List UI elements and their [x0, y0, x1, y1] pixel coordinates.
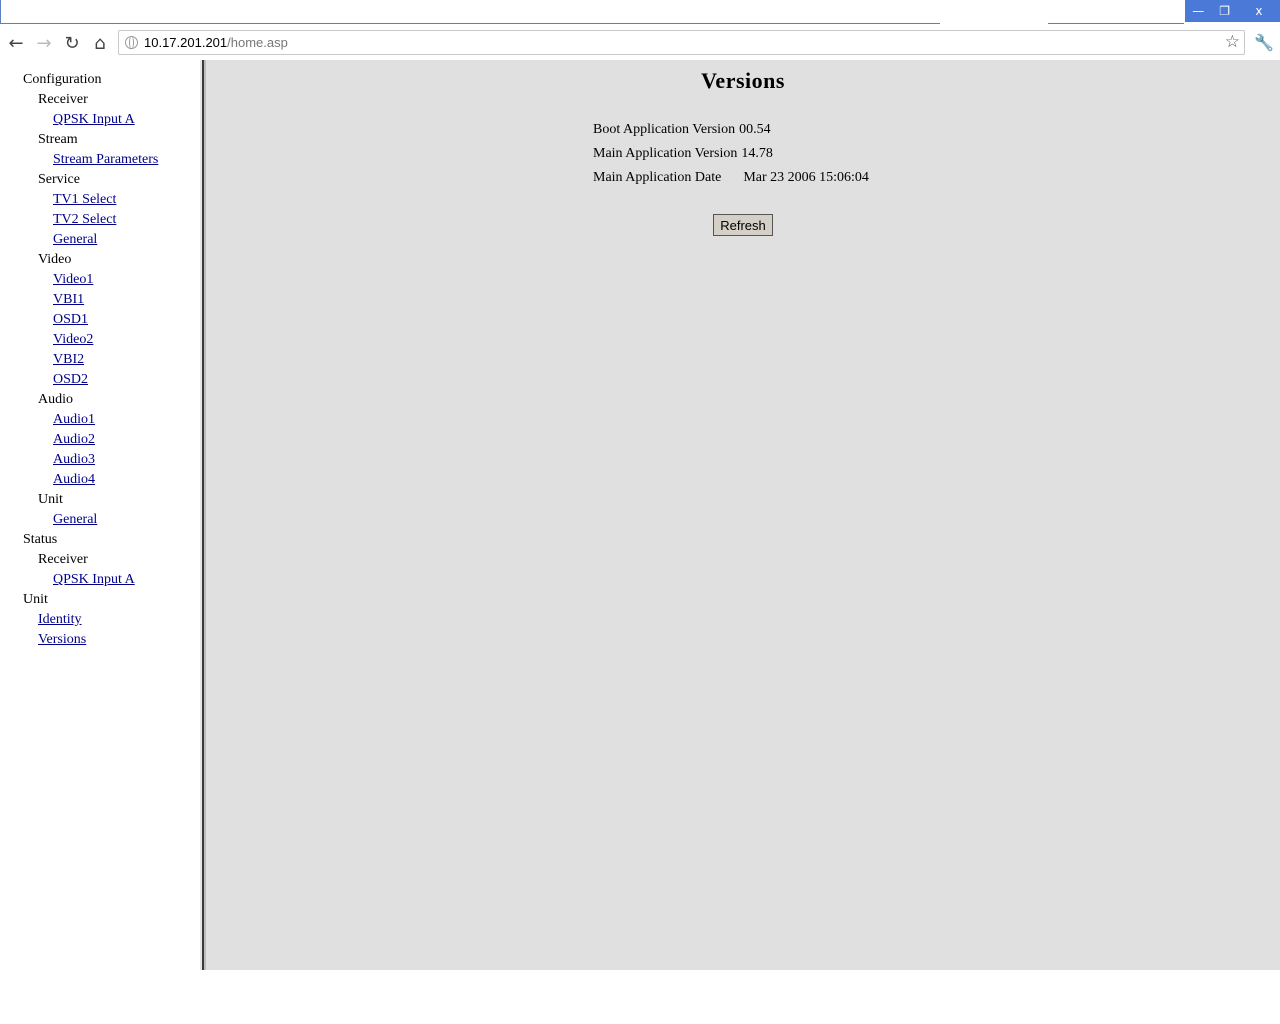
- minimize-button[interactable]: —: [1185, 0, 1211, 22]
- nav-link-identity[interactable]: Identity: [38, 612, 82, 627]
- nav-link-status-qpsk-input-a[interactable]: QPSK Input A: [53, 572, 135, 587]
- versions-table: Boot Application Version 00.54 Main Appl…: [593, 118, 869, 190]
- nav-heading-configuration: Configuration: [23, 72, 102, 87]
- url-host: 10.17.201.201: [144, 35, 228, 50]
- globe-icon: [125, 36, 138, 49]
- version-label: Main Application Date: [593, 170, 722, 185]
- nav-link-unit-general[interactable]: General: [53, 512, 97, 527]
- nav-heading-status: Status: [23, 532, 58, 547]
- window-title-bar: — ❐ x: [0, 0, 1280, 25]
- browser-toolbar: ← → ↻ ⌂ 10.17.201.201/home.asp ☆ 🔧: [0, 25, 1280, 60]
- nav-link-qpsk-input-a[interactable]: QPSK Input A: [53, 112, 135, 127]
- window-edge: [0, 0, 1, 24]
- tab-strip-line: [0, 23, 940, 24]
- bookmark-star-icon[interactable]: ☆: [1225, 32, 1240, 52]
- version-label: Main Application Version: [593, 146, 738, 161]
- nav-heading-audio: Audio: [38, 392, 73, 407]
- version-row: Main Application Version 14.78: [593, 142, 869, 166]
- refresh-button[interactable]: Refresh: [713, 214, 773, 236]
- nav-link-service-general[interactable]: General: [53, 232, 97, 247]
- nav-heading-video: Video: [38, 252, 72, 267]
- wrench-menu-icon[interactable]: 🔧: [1254, 33, 1274, 52]
- nav-heading-status-receiver: Receiver: [38, 552, 88, 567]
- forward-icon[interactable]: →: [33, 32, 55, 54]
- nav-link-audio1[interactable]: Audio1: [53, 412, 95, 427]
- navigation-frame: Configuration Receiver QPSK Input A Stre…: [0, 60, 200, 970]
- nav-link-audio2[interactable]: Audio2: [53, 432, 95, 447]
- version-value: 00.54: [739, 122, 771, 137]
- version-row: Main Application Date Mar 23 2006 15:06:…: [593, 166, 869, 190]
- version-value: 14.78: [741, 146, 773, 161]
- nav-link-audio4[interactable]: Audio4: [53, 472, 95, 487]
- nav-link-stream-parameters[interactable]: Stream Parameters: [53, 152, 158, 167]
- nav-link-osd2[interactable]: OSD2: [53, 372, 88, 387]
- nav-heading-receiver: Receiver: [38, 92, 88, 107]
- nav-link-tv2-select[interactable]: TV2 Select: [53, 212, 116, 227]
- nav-heading-unit-top: Unit: [23, 592, 48, 607]
- bottom-blank-area: [0, 970, 1280, 1024]
- nav-link-versions[interactable]: Versions: [38, 632, 86, 647]
- version-label: Boot Application Version: [593, 122, 736, 137]
- home-icon[interactable]: ⌂: [89, 32, 111, 54]
- restore-button[interactable]: ❐: [1211, 0, 1237, 22]
- nav-tree: Configuration Receiver QPSK Input A Stre…: [23, 70, 158, 650]
- url-path: /home.asp: [227, 35, 288, 50]
- nav-link-audio3[interactable]: Audio3: [53, 452, 95, 467]
- tab-strip-line-right: [1048, 23, 1184, 24]
- nav-link-tv1-select[interactable]: TV1 Select: [53, 192, 116, 207]
- version-value: Mar 23 2006 15:06:04: [743, 170, 869, 185]
- url-text[interactable]: 10.17.201.201/home.asp: [144, 35, 288, 50]
- reload-icon[interactable]: ↻: [61, 32, 83, 54]
- page-title: Versions: [701, 68, 785, 93]
- nav-heading-stream: Stream: [38, 132, 78, 147]
- content-frame: Versions Boot Application Version 00.54 …: [206, 60, 1280, 970]
- back-icon[interactable]: ←: [5, 32, 27, 54]
- nav-heading-service: Service: [38, 172, 80, 187]
- version-row: Boot Application Version 00.54: [593, 118, 869, 142]
- nav-link-video1[interactable]: Video1: [53, 272, 93, 287]
- close-button[interactable]: x: [1238, 0, 1280, 22]
- nav-link-vbi1[interactable]: VBI1: [53, 292, 84, 307]
- nav-heading-unit: Unit: [38, 492, 63, 507]
- nav-link-vbi2[interactable]: VBI2: [53, 352, 84, 367]
- nav-link-video2[interactable]: Video2: [53, 332, 93, 347]
- nav-link-osd1[interactable]: OSD1: [53, 312, 88, 327]
- window-controls: — ❐ x: [1185, 0, 1280, 22]
- address-bar[interactable]: 10.17.201.201/home.asp ☆: [118, 30, 1245, 55]
